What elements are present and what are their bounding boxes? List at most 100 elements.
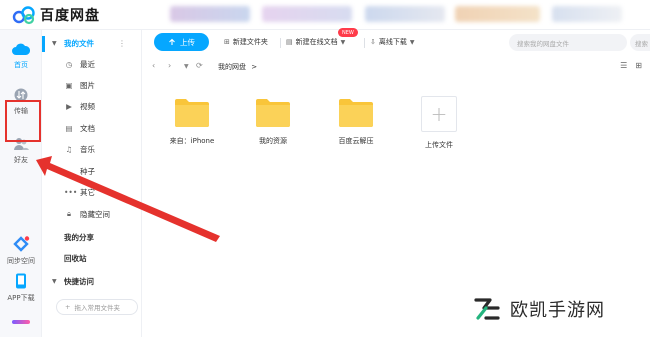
search-secondary-input[interactable]: 搜索 [630,34,650,51]
toolbar-divider [280,38,281,48]
plus-icon: + [65,303,71,311]
blurred-banner [455,6,540,22]
sort-icon[interactable]: ☰ [620,61,627,70]
sidebar-my-files-label: 我的文件 [64,38,94,48]
search-placeholder: 搜索 [635,39,648,48]
file-name: 来自：iPhone [169,137,215,145]
blurred-banner [365,6,445,22]
cloud-icon [12,43,30,55]
offline-download-label: 离线下载 [378,38,407,46]
headphones-icon: ♫ [65,144,73,154]
sidebar-quick-access-label: 快捷访问 [64,276,94,286]
file-name: 百度云解压 [338,137,374,145]
toolbar: 上传 ⊞ 新建文件夹 ▤ 新建在线文档 ▼ NEW ⇩ 离线下载 ▼ 搜索我的网… [142,28,650,54]
sidebar-my-share-label: 我的分享 [64,232,94,242]
phone-icon [16,273,26,289]
breadcrumb-separator: > [251,63,258,71]
active-indicator [42,36,45,52]
sidebar-recycle-label: 回收站 [64,253,87,263]
sidebar-item-images[interactable]: ▣ 图片 [42,75,142,95]
new-folder-button[interactable]: ⊞ 新建文件夹 [224,33,268,51]
breadcrumb-item[interactable]: 我的网盘 [218,63,246,71]
watermark: 欧凯手游网 [470,292,605,326]
rail-label-sync-space: 同步空间 [7,257,35,265]
image-icon: ▣ [65,80,73,90]
sidebar: ▼ 我的文件 ⋮ ◷ 最近 ▣ 图片 ▶ 视频 ▤ 文档 ♫ 音乐 种子 •••… [42,30,142,337]
sidebar-item-seeds[interactable]: 种子 [42,161,142,181]
sync-space-icon [13,236,30,252]
sidebar-item-recent[interactable]: ◷ 最近 [42,54,142,74]
folder-item[interactable]: 来自：iPhone [157,96,227,146]
folder-item[interactable]: 百度云解压 [321,96,391,146]
sidebar-item-label: 其它 [80,187,95,197]
more-icon: ••• [64,187,78,197]
download-icon: ⇩ [370,38,376,46]
refresh-icon[interactable]: ⟳ [196,61,203,70]
plus-icon: + [421,96,457,132]
sidebar-item-quick-access[interactable]: ▼ 快捷访问 [42,271,142,291]
new-online-doc-button[interactable]: ▤ 新建在线文档 ▼ [286,33,345,51]
folder-icon [256,99,290,127]
offline-download-button[interactable]: ⇩ 离线下载 ▼ [370,33,415,51]
sidebar-item-label: 图片 [80,80,95,90]
new-folder-label: 新建文件夹 [232,38,268,46]
new-badge: NEW [338,28,358,37]
caret-down-icon: ▼ [52,277,57,285]
rail-label-friends: 好友 [14,156,28,164]
icon-rail: 首页 传输 好友 同步空间 APP下载 [0,30,42,337]
sidebar-item-my-share[interactable]: 我的分享 [42,227,142,247]
video-icon: ▶ [66,101,72,111]
more-vertical-icon[interactable]: ⋮ [118,39,126,48]
file-name: 上传文件 [425,141,453,149]
folder-item[interactable]: 我的资源 [238,96,308,146]
lock-icon: 🔒︎ [67,209,71,218]
caret-down-icon: ▼ [52,39,57,47]
sidebar-item-label: 隐藏空间 [80,209,110,219]
history-dropdown-icon[interactable]: ▼ [184,63,189,70]
rail-item-sync-space[interactable]: 同步空间 [0,236,42,266]
file-name: 我的资源 [259,137,287,145]
upload-button[interactable]: 上传 [154,33,209,51]
folder-icon [175,99,209,127]
sidebar-item-label: 视频 [80,101,95,111]
sidebar-item-label: 文档 [80,123,95,133]
search-input[interactable]: 搜索我的网盘文件 [509,34,627,51]
sidebar-item-documents[interactable]: ▤ 文档 [42,118,142,138]
blurred-banner [262,6,352,22]
chevron-down-icon: ▼ [409,38,415,46]
new-folder-icon: ⊞ [224,38,230,46]
sidebar-item-my-files[interactable]: ▼ 我的文件 ⋮ [42,33,142,53]
watermark-logo-icon [474,298,500,320]
rail-more-item[interactable] [12,320,30,324]
add-common-folder-button[interactable]: + 拖入常用文件夹 [56,299,138,315]
breadcrumb: 我的网盘 > [218,62,257,72]
rail-item-app-download[interactable]: APP下载 [0,273,42,303]
path-bar: ‹ › ▼ ⟳ 我的网盘 > ☰ ⊞ [142,56,650,76]
upload-label: 上传 [180,37,195,47]
add-common-folder-label: 拖入常用文件夹 [74,304,120,312]
upload-file-tile[interactable]: + 上传文件 [404,96,474,150]
sidebar-item-videos[interactable]: ▶ 视频 [42,96,142,116]
rail-item-home[interactable]: 首页 [0,42,42,70]
friends-highlight-box [5,100,41,142]
upload-icon [169,38,175,45]
sidebar-item-label: 音乐 [80,144,95,154]
document-icon: ▤ [65,123,73,133]
sidebar-item-recycle-bin[interactable]: 回收站 [42,248,142,268]
search-placeholder: 搜索我的网盘文件 [517,39,569,48]
rail-label-home: 首页 [14,61,28,69]
watermark-text: 欧凯手游网 [510,300,605,321]
forward-icon[interactable]: › [168,61,171,70]
chevron-down-icon: ▼ [340,38,346,46]
top-bar: 百度网盘 [0,0,650,30]
back-icon[interactable]: ‹ [152,61,155,70]
app-logo[interactable]: 百度网盘 [12,5,100,25]
sidebar-item-label: 最近 [80,59,95,69]
sidebar-item-hidden-space[interactable]: 🔒︎ 隐藏空间 [42,204,142,224]
sidebar-item-other[interactable]: ••• 其它 [42,182,142,202]
blurred-banner [552,6,622,22]
grid-view-icon[interactable]: ⊞ [635,61,642,70]
sidebar-item-music[interactable]: ♫ 音乐 [42,139,142,159]
view-controls: ☰ ⊞ [620,61,642,70]
sidebar-item-label: 种子 [80,166,95,176]
